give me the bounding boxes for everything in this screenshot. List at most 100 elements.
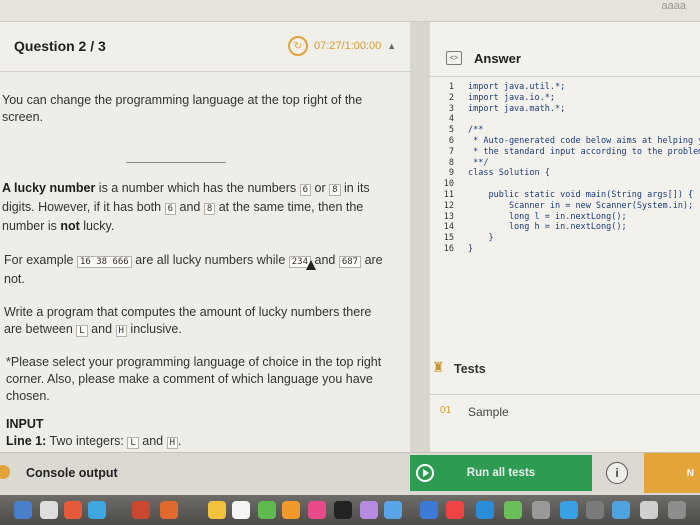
text-fragment: and <box>138 434 167 448</box>
os-dock <box>0 495 700 525</box>
top-strip: aaaa <box>0 0 700 22</box>
timer[interactable]: ↻ 07:27/1:00:00 ▲ <box>288 36 396 56</box>
console-output-tab[interactable]: Console output <box>26 466 118 480</box>
line-number: 10 <box>443 179 454 190</box>
code-chip-6: 6 <box>299 184 312 196</box>
answer-header: <> Answer <box>430 22 700 77</box>
code-chip-8: 8 <box>329 184 341 196</box>
info-icon[interactable]: i <box>606 462 628 484</box>
dock-app-icon[interactable] <box>360 501 378 519</box>
dock-app-icon[interactable] <box>532 501 550 519</box>
next-button[interactable]: N <box>644 453 700 493</box>
dock-app-icon[interactable] <box>586 501 604 519</box>
line-number: 9 <box>448 168 454 179</box>
code-line[interactable]: class Solution { <box>468 168 700 179</box>
text-fragment: . <box>178 434 182 448</box>
line-number: 11 <box>443 189 454 200</box>
text-fragment: are all lucky numbers while <box>131 253 289 267</box>
code-chip-H: H <box>166 437 179 449</box>
dock-app-icon[interactable] <box>446 501 464 519</box>
dock-app-icon[interactable] <box>384 501 402 519</box>
dock-app-icon[interactable] <box>232 501 250 519</box>
dock-app-icon[interactable] <box>668 501 686 519</box>
code-line[interactable]: long l = in.nextLong(); <box>468 212 700 223</box>
task-text: Write a program that computes the amount… <box>4 304 384 340</box>
code-line[interactable]: } <box>468 244 700 255</box>
code-editor-icon: <> <box>446 51 462 65</box>
dock-app-icon[interactable] <box>14 501 32 519</box>
line-number: 7 <box>448 146 454 157</box>
text-fragment: is a number which has the numbers <box>95 181 300 195</box>
dock-app-icon[interactable] <box>640 501 658 519</box>
code-line[interactable]: * Auto-generated code below aims at help… <box>468 136 700 147</box>
test-case-number: 01 <box>440 405 452 416</box>
dock-app-icon[interactable] <box>132 501 150 519</box>
text-fragment: For example <box>4 253 77 267</box>
play-icon <box>416 464 434 482</box>
dock-app-icon[interactable] <box>282 501 300 519</box>
code-line[interactable]: import java.io.*; <box>468 93 700 104</box>
top-strip-ghost-text: aaaa <box>661 0 686 12</box>
note-text: *Please select your programming language… <box>6 355 382 403</box>
input-heading: INPUT <box>6 416 386 433</box>
not-bold: not <box>60 219 80 233</box>
code-lines[interactable]: import java.util.*; import java.io.*; impo… <box>468 82 700 255</box>
dock-app-icon[interactable] <box>40 501 58 519</box>
text-fragment: inclusive. <box>126 322 182 336</box>
intro-text: You can change the programming language … <box>2 93 363 124</box>
bottom-bar: Console output Run all tests i N <box>0 452 700 495</box>
line-number: 3 <box>448 103 454 114</box>
code-line[interactable]: * the standard input according to the pr… <box>468 147 700 158</box>
test-case-label: Sample <box>468 405 509 419</box>
line-number: 12 <box>443 200 454 211</box>
line-number: 14 <box>443 222 454 233</box>
test-case-sample[interactable]: 01 Sample <box>430 394 700 434</box>
code-line[interactable] <box>468 179 700 190</box>
dock-app-icon[interactable] <box>334 501 352 519</box>
code-line[interactable]: /** <box>468 125 700 136</box>
code-line[interactable]: import java.math.*; <box>468 104 700 115</box>
mouse-cursor-icon <box>306 260 316 270</box>
timer-icon: ↻ <box>288 36 308 56</box>
dock-app-icon[interactable] <box>308 501 326 519</box>
line-number: 8 <box>448 157 454 168</box>
code-editor[interactable]: 1 2 3 4 5 6 7 8 9 10 11 12 13 14 15 16 import java.util… <box>430 82 700 302</box>
dock-app-icon[interactable] <box>504 501 522 519</box>
dock-app-icon[interactable] <box>420 501 438 519</box>
answer-title: Answer <box>474 51 521 66</box>
input-heading-label: INPUT <box>6 417 44 431</box>
code-line[interactable]: public static void main(String args[]) { <box>468 190 700 201</box>
dock-app-icon[interactable] <box>476 501 494 519</box>
dock-app-icon[interactable] <box>208 501 226 519</box>
caret-up-icon[interactable]: ▲ <box>387 41 396 51</box>
text-fragment: Write a program that computes the amount… <box>4 305 372 336</box>
dock-app-icon[interactable] <box>560 501 578 519</box>
lucky-definition: A lucky number is a number which has the… <box>2 180 374 235</box>
line-number-gutter: 1 2 3 4 5 6 7 8 9 10 11 12 13 14 15 16 <box>430 82 460 255</box>
trophy-icon: ♜ <box>432 359 445 375</box>
run-all-tests-button[interactable]: Run all tests <box>410 455 592 491</box>
code-line[interactable]: Scanner in = new Scanner(System.in); <box>468 201 700 212</box>
tests-title: Tests <box>454 362 486 376</box>
dock-app-icon[interactable] <box>88 501 106 519</box>
console-icon <box>0 465 10 479</box>
code-chip-examples: 16 38 666 <box>76 256 132 268</box>
code-line[interactable]: import java.util.*; <box>468 82 700 93</box>
dock-app-icon[interactable] <box>612 501 630 519</box>
line-number: 5 <box>448 125 454 136</box>
code-chip-687: 687 <box>338 256 362 268</box>
run-all-tests-label: Run all tests <box>466 467 536 479</box>
code-chip-L: L <box>127 437 139 449</box>
dock-app-icon[interactable] <box>258 501 276 519</box>
question-header: Question 2 / 3 ↻ 07:27/1:00:00 ▲ <box>0 22 410 72</box>
code-line[interactable] <box>468 114 700 125</box>
line-number: 4 <box>448 114 454 125</box>
code-chip-8: 8 <box>203 203 216 215</box>
code-line[interactable]: long h = in.nextLong(); <box>468 222 700 233</box>
dock-app-icon[interactable] <box>64 501 82 519</box>
dock-app-icon[interactable] <box>160 501 178 519</box>
line-number: 13 <box>443 211 454 222</box>
line-number: 2 <box>448 92 454 103</box>
code-line[interactable]: **/ <box>468 158 700 169</box>
code-line[interactable]: } <box>468 233 700 244</box>
